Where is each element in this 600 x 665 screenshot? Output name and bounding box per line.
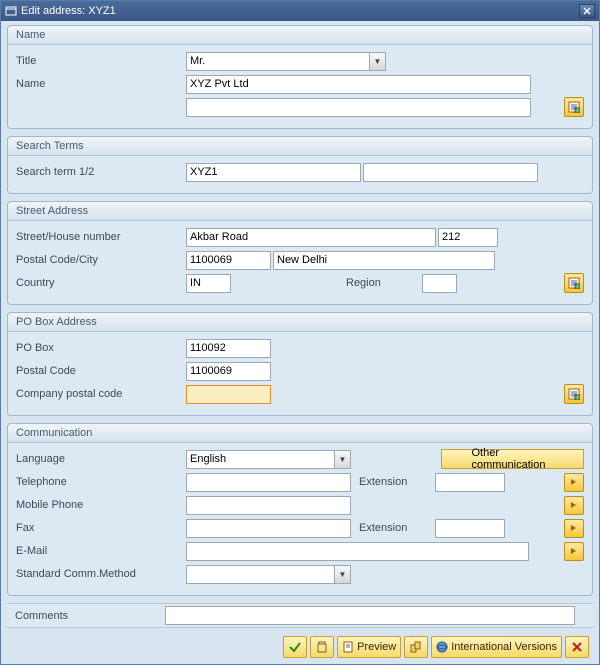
label-title: Title xyxy=(16,55,186,67)
input-house-number[interactable] xyxy=(438,228,498,247)
label-email: E-Mail xyxy=(16,545,186,557)
dropdown-icon: ▼ xyxy=(369,53,385,70)
expand-pobox-button[interactable] xyxy=(564,384,584,404)
more-mobile-button[interactable] xyxy=(564,496,584,515)
group-search: Search Terms Search term 1/2 xyxy=(7,136,593,194)
input-fax[interactable] xyxy=(186,519,351,538)
input-name2[interactable] xyxy=(186,98,531,117)
titlebar: Edit address: XYZ1 xyxy=(1,1,599,21)
more-email-button[interactable] xyxy=(564,542,584,561)
group-header-communication: Communication xyxy=(8,424,592,443)
input-telephone[interactable] xyxy=(186,473,351,492)
other-button[interactable] xyxy=(404,636,428,658)
select-std-comm[interactable]: ▼ xyxy=(186,565,351,584)
label-std-comm: Standard Comm.Method xyxy=(16,568,186,580)
international-versions-button[interactable]: International Versions xyxy=(431,636,562,658)
label-postal-city: Postal Code/City xyxy=(16,254,186,266)
other-communication-label: Other communication xyxy=(472,447,554,471)
window-icon xyxy=(5,5,17,17)
group-header-street: Street Address xyxy=(8,202,592,221)
select-title[interactable]: Mr. ▼ xyxy=(186,52,386,71)
label-fax-extension: Extension xyxy=(353,522,433,534)
group-header-search: Search Terms xyxy=(8,137,592,156)
label-region: Region xyxy=(340,277,420,289)
label-pobox-postal: Postal Code xyxy=(16,365,186,377)
select-language[interactable]: English ▼ xyxy=(186,450,351,469)
group-header-pobox: PO Box Address xyxy=(8,313,592,332)
accept-button[interactable] xyxy=(283,636,307,658)
select-language-value: English xyxy=(190,453,226,465)
input-city[interactable] xyxy=(273,251,495,270)
input-pobox-postal[interactable] xyxy=(186,362,271,381)
label-fax: Fax xyxy=(16,522,186,534)
group-street: Street Address Street/House number Posta… xyxy=(7,201,593,305)
input-name[interactable] xyxy=(186,75,531,94)
group-header-name: Name xyxy=(8,26,592,45)
input-search-term2[interactable] xyxy=(363,163,538,182)
label-street: Street/House number xyxy=(16,231,186,243)
input-comments[interactable] xyxy=(165,606,575,625)
input-pobox[interactable] xyxy=(186,339,271,358)
footer-toolbar: Preview International Versions xyxy=(283,636,589,658)
other-communication-button[interactable]: Other communication xyxy=(441,449,585,469)
close-button[interactable] xyxy=(579,4,595,18)
more-fax-button[interactable] xyxy=(564,519,584,538)
input-region[interactable] xyxy=(422,274,457,293)
preview-button[interactable]: Preview xyxy=(337,636,401,658)
label-mobile: Mobile Phone xyxy=(16,499,186,511)
expand-street-button[interactable] xyxy=(564,273,584,293)
group-pobox: PO Box Address PO Box Postal Code Compan… xyxy=(7,312,593,416)
label-comments: Comments xyxy=(15,610,165,622)
dropdown-icon: ▼ xyxy=(334,451,350,468)
dropdown-icon: ▼ xyxy=(334,566,350,583)
international-versions-label: International Versions xyxy=(451,641,557,653)
delete-button[interactable] xyxy=(310,636,334,658)
input-search-term1[interactable] xyxy=(186,163,361,182)
expand-name-button[interactable] xyxy=(564,97,584,117)
label-pobox: PO Box xyxy=(16,342,186,354)
input-postal-code[interactable] xyxy=(186,251,271,270)
window-title: Edit address: XYZ1 xyxy=(21,5,116,17)
label-tel-extension: Extension xyxy=(353,476,433,488)
input-email[interactable] xyxy=(186,542,529,561)
label-search-term: Search term 1/2 xyxy=(16,166,186,178)
input-country[interactable] xyxy=(186,274,231,293)
label-country: Country xyxy=(16,277,186,289)
group-name: Name Title Mr. ▼ Name xyxy=(7,25,593,129)
group-communication: Communication Language English ▼ Other c… xyxy=(7,423,593,596)
dialog-window: Edit address: XYZ1 Name Title Mr. ▼ xyxy=(0,0,600,665)
label-company-postal: Company postal code xyxy=(16,388,186,400)
preview-label: Preview xyxy=(357,641,396,653)
label-language: Language xyxy=(16,453,186,465)
cancel-button[interactable] xyxy=(565,636,589,658)
label-name: Name xyxy=(16,78,186,90)
input-mobile[interactable] xyxy=(186,496,351,515)
input-company-postal[interactable] xyxy=(186,385,271,404)
input-tel-extension[interactable] xyxy=(435,473,505,492)
label-telephone: Telephone xyxy=(16,476,186,488)
select-title-value: Mr. xyxy=(190,55,205,67)
input-street[interactable] xyxy=(186,228,436,247)
more-telephone-button[interactable] xyxy=(564,473,584,492)
input-fax-extension[interactable] xyxy=(435,519,505,538)
